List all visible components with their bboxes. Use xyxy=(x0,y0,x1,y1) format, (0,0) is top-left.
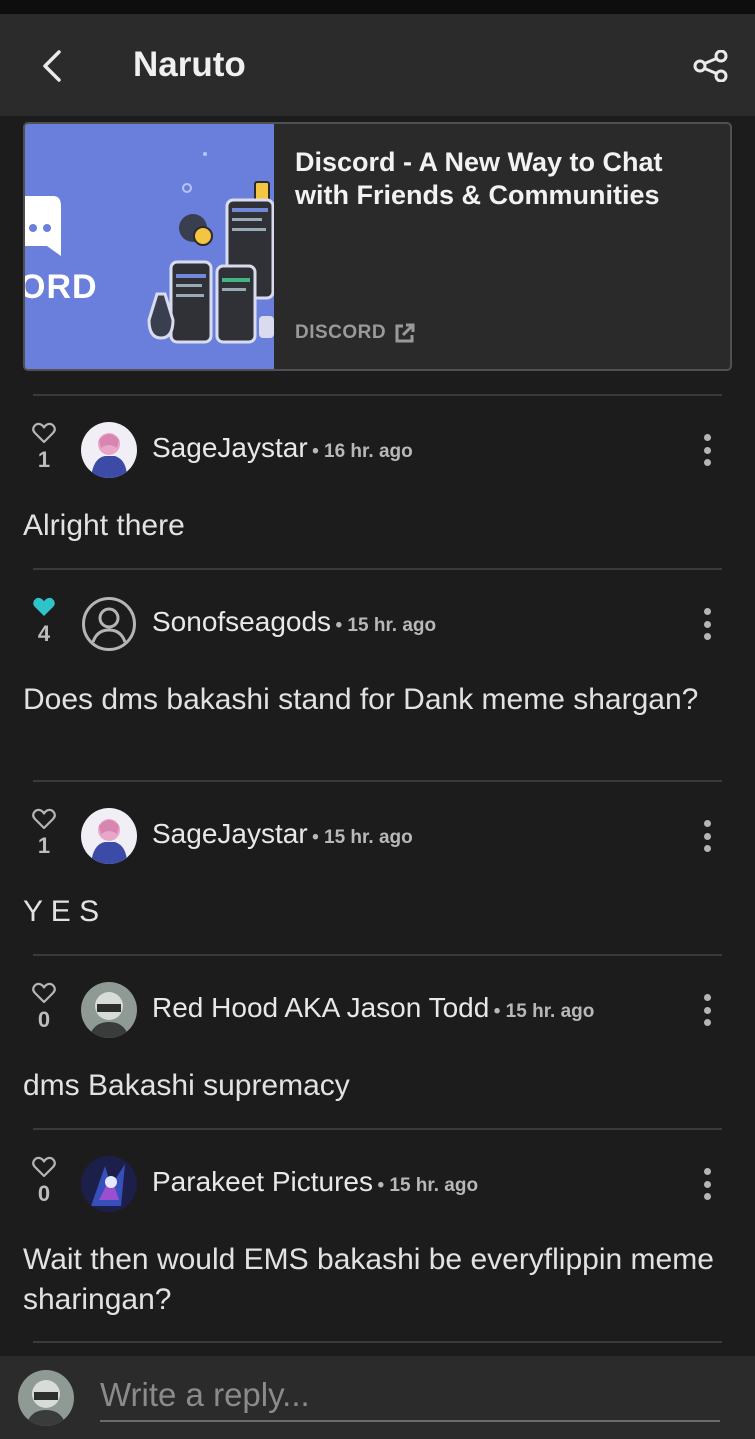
heart-outline-icon xyxy=(32,808,56,830)
like-count: 1 xyxy=(37,447,51,472)
username[interactable]: Sonofseagods xyxy=(152,606,331,637)
divider xyxy=(33,954,722,956)
like-count: 1 xyxy=(37,833,51,858)
share-icon xyxy=(693,50,728,82)
divider xyxy=(33,1128,722,1130)
more-vertical-icon xyxy=(703,434,711,441)
default-user-icon xyxy=(82,597,136,651)
link-source-label: DISCORD xyxy=(295,322,387,343)
comment-text: Y E S xyxy=(23,895,100,928)
username[interactable]: Parakeet Pictures xyxy=(152,1166,373,1197)
more-vertical-icon xyxy=(703,1168,711,1175)
like-button[interactable]: 1 xyxy=(28,808,60,859)
more-options-button[interactable] xyxy=(694,992,720,1028)
link-title: Discord - A New Way to Chat with Friends… xyxy=(295,147,663,210)
reply-input[interactable] xyxy=(100,1370,720,1422)
username[interactable]: Red Hood AKA Jason Todd xyxy=(152,992,489,1023)
more-options-button[interactable] xyxy=(694,1166,720,1202)
username[interactable]: SageJaystar xyxy=(152,432,308,463)
user-avatar[interactable] xyxy=(81,808,137,864)
back-button[interactable] xyxy=(30,44,74,88)
heart-outline-icon xyxy=(32,422,56,444)
like-count: 0 xyxy=(37,1007,51,1032)
user-avatar[interactable] xyxy=(81,982,137,1038)
thumbnail-text: ORD xyxy=(25,268,98,306)
comment-meta: Parakeet Pictures • 15 hr. ago xyxy=(152,1166,478,1198)
heart-filled-icon xyxy=(33,597,55,616)
more-options-button[interactable] xyxy=(694,432,720,468)
status-bar xyxy=(0,0,755,14)
current-user-avatar[interactable] xyxy=(18,1370,74,1426)
timestamp: • 15 hr. ago xyxy=(335,615,437,636)
like-count: 0 xyxy=(37,1181,51,1206)
like-button[interactable]: 4 xyxy=(28,596,60,647)
divider xyxy=(33,568,722,570)
username[interactable]: SageJaystar xyxy=(152,818,308,849)
link-source: DISCORD xyxy=(295,322,416,344)
comment-text: Does dms bakashi stand for Dank meme sha… xyxy=(23,683,699,716)
reply-bar xyxy=(0,1356,755,1439)
comment-meta: Red Hood AKA Jason Todd • 15 hr. ago xyxy=(152,992,594,1024)
like-button[interactable]: 0 xyxy=(28,982,60,1033)
link-preview-card[interactable]: ORD Discord - A New Way to Chat with Fri… xyxy=(23,122,732,371)
more-vertical-icon xyxy=(703,820,711,827)
divider xyxy=(33,780,722,782)
comment-meta: SageJaystar • 16 hr. ago xyxy=(152,432,413,464)
page-title: Naruto xyxy=(133,45,246,84)
divider xyxy=(33,394,722,396)
chevron-left-icon xyxy=(43,50,61,82)
share-button[interactable] xyxy=(688,44,734,88)
heart-outline-icon xyxy=(32,1156,56,1178)
more-vertical-icon xyxy=(703,994,711,1001)
user-avatar[interactable] xyxy=(81,1156,137,1212)
like-button[interactable]: 1 xyxy=(28,422,60,473)
timestamp: • 16 hr. ago xyxy=(312,441,413,462)
timestamp: • 15 hr. ago xyxy=(312,827,413,848)
timestamp: • 15 hr. ago xyxy=(493,1001,595,1022)
comment-meta: Sonofseagods • 15 hr. ago xyxy=(152,606,436,638)
user-avatar-default[interactable] xyxy=(81,596,137,652)
comment-text: Wait then would EMS bakashi be everyflip… xyxy=(23,1243,714,1316)
more-options-button[interactable] xyxy=(694,818,720,854)
divider xyxy=(33,1341,722,1343)
comment-text: dms Bakashi supremacy xyxy=(23,1069,350,1102)
like-count: 4 xyxy=(37,621,51,646)
more-options-button[interactable] xyxy=(694,606,720,642)
comment-meta: SageJaystar • 15 hr. ago xyxy=(152,818,413,850)
comment-text: Alright there xyxy=(23,509,185,542)
like-button[interactable]: 0 xyxy=(28,1156,60,1207)
heart-outline-icon xyxy=(32,982,56,1004)
timestamp: • 15 hr. ago xyxy=(377,1175,479,1196)
user-avatar[interactable] xyxy=(81,422,137,478)
external-link-icon xyxy=(395,323,415,343)
more-vertical-icon xyxy=(703,608,711,615)
top-app-bar: Naruto xyxy=(0,14,755,116)
link-thumbnail: ORD xyxy=(25,124,274,369)
